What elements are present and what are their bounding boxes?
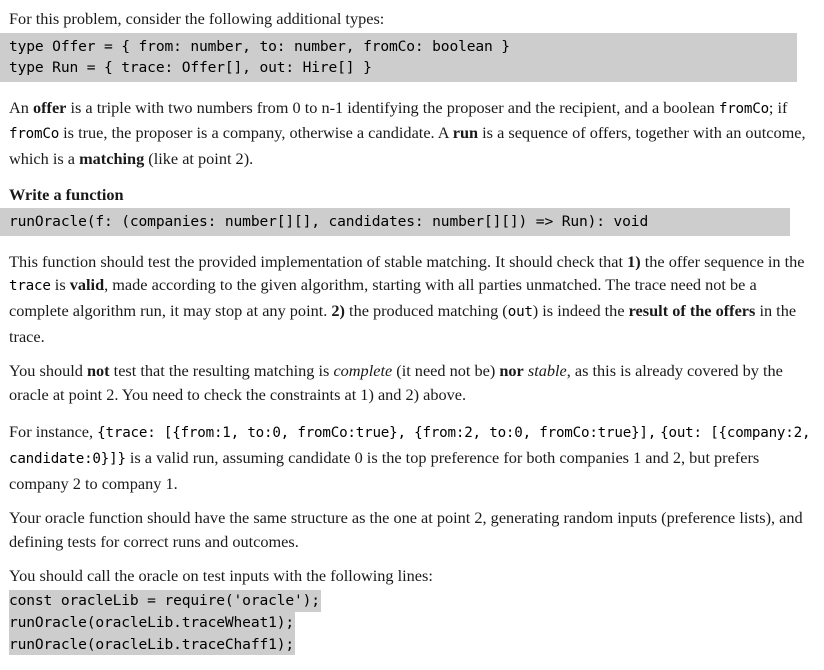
requirement-1-post: , made according to the given algorithm,… [104, 275, 455, 295]
spacer-after-types [0, 82, 824, 96]
not-test-post: , as this is [566, 361, 631, 381]
call-code-line-text: runOracle(oracleLib.traceWheat1); [9, 611, 295, 634]
write-a-function-heading: Write a function [9, 185, 124, 205]
requirement-2-pre: the produced matching ( [344, 301, 508, 321]
example-line1-pre: For instance, [9, 422, 98, 442]
types-code-block: type Offer = { from: number, to: number,… [0, 32, 797, 82]
not-test-mid2: (it need not be) [392, 361, 500, 381]
trace-code: trace [9, 278, 51, 295]
example-paragraph: For instance, {trace: [{from:1, to:0, fr… [0, 420, 824, 495]
requirement-2-mid: ) is indeed the [532, 301, 629, 321]
run-keyword: run [452, 123, 479, 143]
offer-keyword: offer [32, 97, 67, 117]
call-note-paragraph: You should call the oracle on test input… [9, 566, 433, 586]
example-line2-post: is a valid run, assuming candidate 0 is … [125, 448, 427, 468]
example-trace-code: {trace: [{from:1, to:0, fromCo:true}, {f… [97, 425, 657, 442]
call-code-line-text: const oracleLib = require('oracle'); [9, 590, 321, 612]
not-test-pre: You should [9, 361, 87, 381]
test-requirements-paragraph: This function should test the provided i… [0, 250, 824, 348]
stable-keyword: stable [527, 361, 567, 381]
fromco-code-2: fromCo [9, 126, 60, 143]
requirement-1-pre: the offer sequence in the [640, 251, 805, 271]
offer-def-line2-pre: and a boolean [624, 97, 719, 117]
spacer-before-structure-note [0, 495, 824, 506]
nor-keyword: nor [499, 361, 524, 381]
spacer-before-not-test [0, 348, 824, 359]
structure-note-line1: Your oracle function should have the sam… [9, 508, 614, 528]
spacer-before-heading [0, 170, 824, 184]
offer-definition-paragraph: An offer is a triple with two numbers fr… [0, 96, 824, 171]
call-code-block: const oracleLib = require('oracle'); run… [0, 590, 824, 656]
fromco-code-1: fromCo [718, 100, 769, 117]
offer-def-line2-mid: ; if [768, 97, 788, 117]
result-of-offers-keyword: result of the offers [628, 301, 756, 321]
offer-def-line3-post: (like at point 2). [144, 148, 254, 168]
not-test-mid1: test that the resulting matching is [109, 361, 334, 381]
requirement-2-number: 2) [331, 301, 345, 321]
offer-def-line1-pre: An [9, 97, 33, 117]
test-req-lead: This function should test the provided i… [9, 251, 624, 271]
spacer-after-signature [0, 236, 824, 250]
document-page: For this problem, consider the following… [0, 0, 824, 670]
call-code-line-text: runOracle(oracleLib.traceChaff1); [9, 633, 295, 656]
offer-def-line3-pre: A [437, 123, 453, 143]
structure-note-paragraph: Your oracle function should have the sam… [0, 506, 824, 553]
not-keyword: not [86, 361, 110, 381]
top-spacer [0, 0, 824, 7]
call-code-line: runOracle(oracleLib.traceWheat1); [9, 611, 824, 634]
offer-def-line2-post: is true, the proposer is a company, othe… [59, 123, 435, 143]
valid-keyword: valid [69, 275, 105, 295]
intro-paragraph: For this problem, consider the following… [9, 9, 385, 28]
out-code: out [507, 304, 533, 321]
spacer-before-example [0, 406, 824, 420]
matching-keyword: matching [79, 148, 145, 168]
offer-def-line1-post: is a triple with two numbers from 0 to n… [66, 97, 621, 117]
spacer-before-call-note [0, 553, 824, 564]
requirement-1-mid: is [50, 275, 70, 295]
complete-keyword: complete [333, 361, 393, 381]
call-code-line: runOracle(oracleLib.traceChaff1); [9, 633, 824, 656]
call-code-line: const oracleLib = require('oracle'); [9, 590, 824, 612]
signature-code-block: runOracle(f: (companies: number[][], can… [0, 208, 790, 236]
requirement-1-number: 1) [627, 251, 641, 271]
not-test-paragraph: You should not test that the resulting m… [0, 359, 824, 406]
